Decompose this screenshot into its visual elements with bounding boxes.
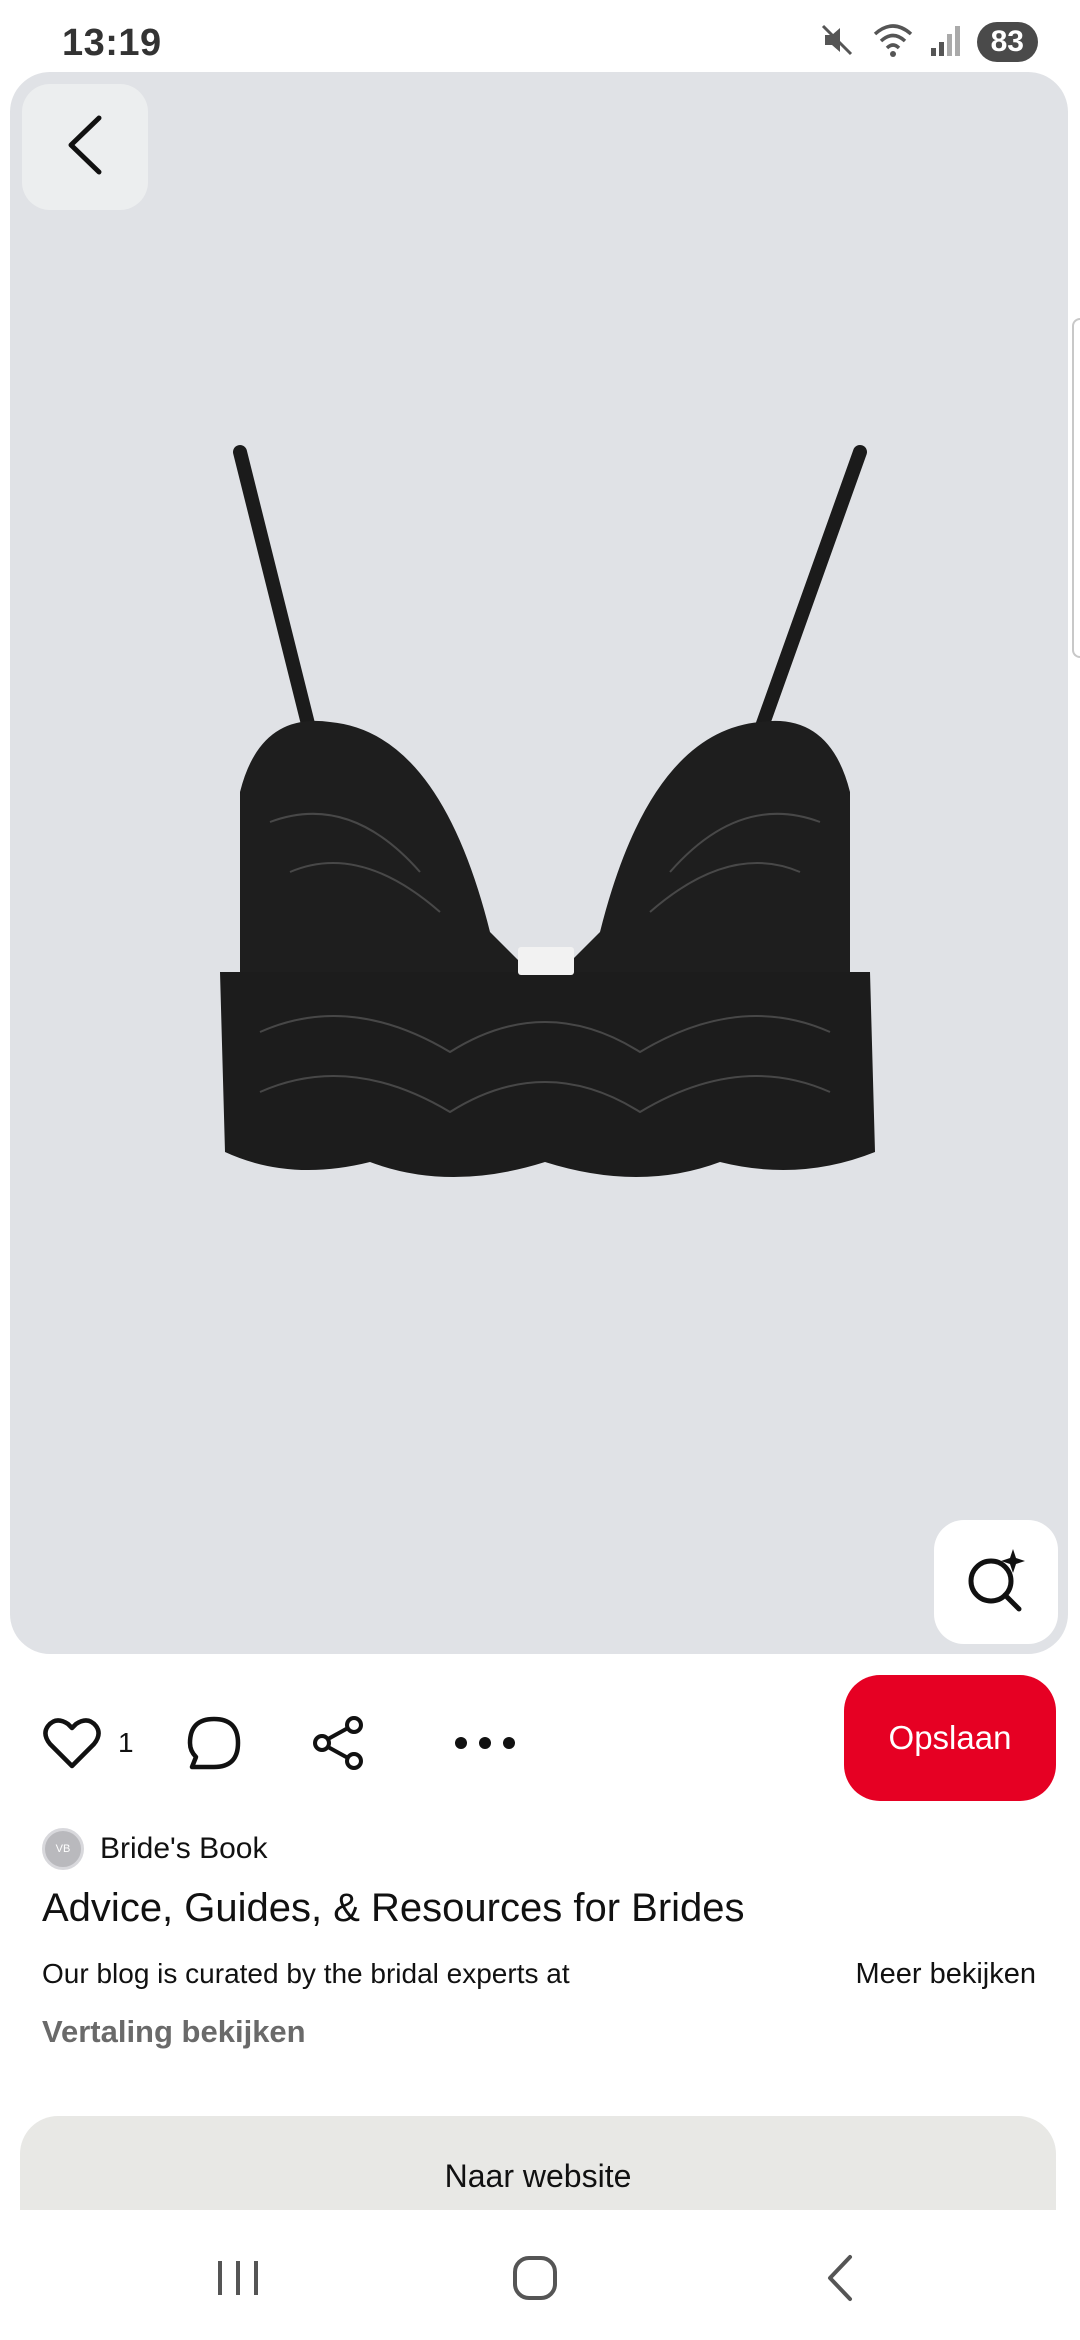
creator-row[interactable]: VB Bride's Book xyxy=(42,1826,267,1872)
back-arrow-icon xyxy=(61,112,109,183)
system-nav-bar xyxy=(0,2210,1080,2340)
more-icon[interactable] xyxy=(452,1713,518,1773)
pin-image-card[interactable] xyxy=(10,72,1068,1654)
visit-website-label: Naar website xyxy=(444,2158,632,2194)
home-icon[interactable] xyxy=(510,2250,560,2306)
mute-icon xyxy=(817,20,857,65)
pin-description: Our blog is curated by the bridal expert… xyxy=(42,1958,570,1989)
creator-name[interactable]: Bride's Book xyxy=(100,1832,267,1866)
like-count: 1 xyxy=(118,1727,134,1758)
see-translation-link[interactable]: Vertaling bekijken xyxy=(42,2014,306,2050)
status-time: 13:19 xyxy=(62,22,162,64)
share-icon[interactable] xyxy=(310,1713,366,1773)
side-panel-handle[interactable] xyxy=(1072,318,1080,658)
signal-icon xyxy=(929,20,963,65)
status-bar: 13:19 83 xyxy=(0,0,1080,72)
status-icons: 83 xyxy=(817,20,1038,64)
recents-icon[interactable] xyxy=(210,2250,266,2306)
heart-icon[interactable] xyxy=(42,1713,102,1773)
save-button[interactable]: Opslaan xyxy=(844,1675,1056,1801)
see-more-link[interactable]: Meer bekijken xyxy=(855,1958,1036,1991)
actions-row: 1 Opslaan xyxy=(0,1675,1080,1805)
back-icon[interactable] xyxy=(820,2250,860,2306)
back-button[interactable] xyxy=(22,84,148,210)
wifi-icon xyxy=(871,20,915,65)
visual-search-icon xyxy=(961,1545,1031,1620)
visual-search-button[interactable] xyxy=(934,1520,1058,1644)
pin-title: Advice, Guides, & Resources for Brides xyxy=(42,1886,745,1930)
product-image xyxy=(220,445,875,1177)
avatar: VB xyxy=(42,1828,84,1870)
battery-indicator: 83 xyxy=(976,22,1038,62)
comment-icon[interactable] xyxy=(186,1713,242,1773)
